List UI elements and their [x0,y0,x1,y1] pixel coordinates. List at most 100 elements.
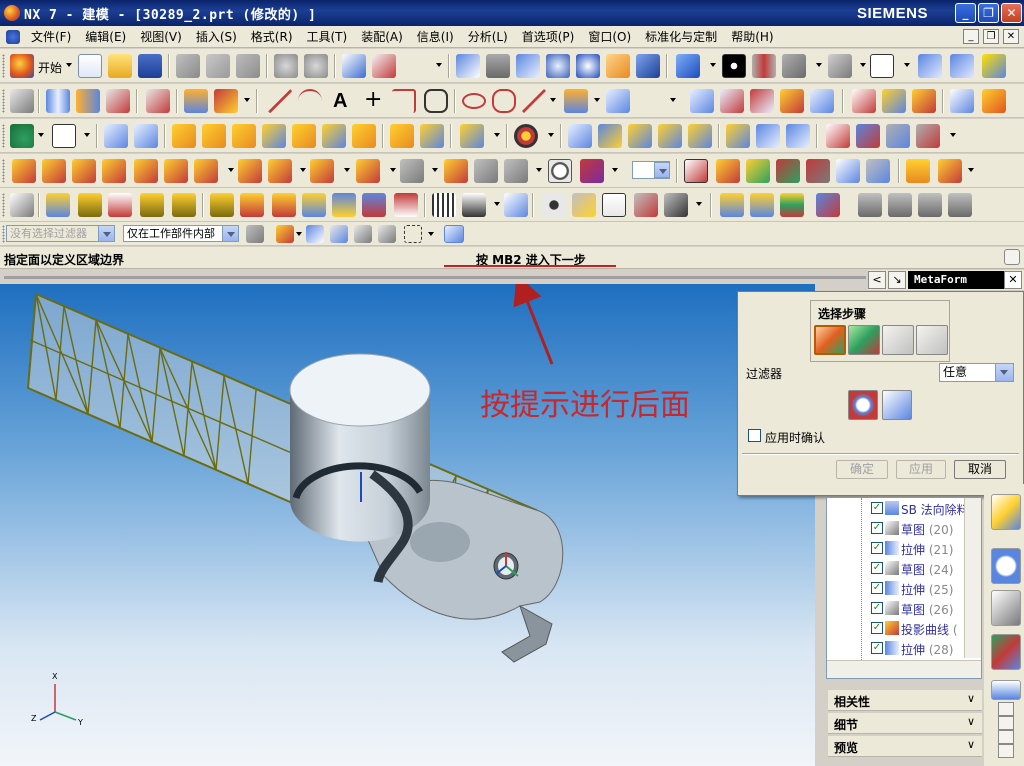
menu-assembly[interactable]: 装配(A) [354,28,410,45]
chamfer-icon[interactable] [202,124,226,148]
break-corner-icon[interactable] [948,193,972,217]
document-menu-icon[interactable] [6,29,20,44]
graphics-window[interactable]: X Z Y 按提示进行后面 [0,284,815,766]
taper-icon[interactable] [292,124,316,148]
show-all-icon[interactable] [982,54,1006,78]
extrude-icon[interactable] [46,89,70,113]
select-all-icon[interactable] [246,225,264,243]
sheet-metal-sm-icon[interactable] [602,193,626,217]
rectangle-select-icon[interactable] [404,225,422,243]
subtract-icon[interactable] [134,124,158,148]
scroll-down-icon[interactable] [998,744,1014,758]
menu-tools[interactable]: 工具(T) [300,28,355,45]
curve-dropdown-icon[interactable] [550,98,556,102]
feature-group-icon[interactable] [504,159,528,183]
point-icon[interactable]: + [364,88,382,112]
type-filter-dropdown[interactable] [98,225,115,242]
snap-point-icon[interactable] [276,225,294,243]
playback-dropdown-icon[interactable] [390,168,396,172]
select-icon[interactable] [836,159,860,183]
update-dropdown-icon[interactable] [344,168,350,172]
replace-face-icon[interactable] [658,124,682,148]
menu-help[interactable]: 帮助(H) [724,28,780,45]
step-2-icon[interactable] [848,325,880,355]
apply-button[interactable]: 应用 [896,460,946,479]
export-flat-icon[interactable] [504,193,528,217]
tree-node-extrude-21[interactable]: ✓ 拉伸 (21) [827,538,981,558]
point-set-icon[interactable] [214,89,238,113]
flange-icon[interactable] [78,193,102,217]
redo-icon[interactable] [304,54,328,78]
unite-icon[interactable] [104,124,128,148]
doc-close-button[interactable]: ✕ [1003,29,1019,44]
toolbar-options-icon[interactable] [436,63,442,67]
visibility-checkbox[interactable]: ✓ [871,562,883,574]
measure-distance-icon[interactable] [906,159,930,183]
dependencies-panel-header[interactable]: 相关性 ∨ [828,690,982,711]
bridge-surface-icon[interactable] [780,89,804,113]
save-icon[interactable] [138,54,162,78]
visibility-checkbox[interactable]: ✓ [871,642,883,654]
open-folder-icon[interactable] [108,54,132,78]
scroll-down-icon[interactable] [998,730,1014,744]
undo-icon[interactable] [274,54,298,78]
select-features-icon[interactable] [848,390,878,420]
wcs-origin-icon[interactable] [684,159,708,183]
flat-pattern-icon[interactable] [432,193,456,217]
scale-body-icon[interactable] [352,124,376,148]
display-color-icon[interactable] [870,54,894,78]
browse-feature-icon[interactable] [474,159,498,183]
corner-icon[interactable] [362,193,386,217]
new-component-icon[interactable] [10,124,34,148]
navigator-vertical-scrollbar[interactable] [964,498,981,658]
paste-face-icon[interactable] [786,124,810,148]
flat-solid-icon[interactable] [462,193,486,217]
zoom-window-icon[interactable] [486,54,510,78]
split-body-icon[interactable] [420,124,444,148]
roles-tab-icon[interactable] [991,494,1021,530]
visibility-checkbox[interactable]: ✓ [871,502,883,514]
trim-body-icon[interactable] [882,89,906,113]
group-face-icon[interactable] [886,124,910,148]
render-style-icon[interactable] [722,54,746,78]
fillet-curve-icon[interactable] [392,89,416,113]
chevron-down-icon[interactable]: ∨ [964,715,978,729]
sheet-metal-dropdown-icon[interactable] [696,202,702,206]
orientation-dropdown-icon[interactable] [710,63,716,67]
text-tool-icon[interactable]: A [333,90,347,112]
back-button[interactable]: < [868,271,886,289]
visibility-checkbox[interactable]: ✓ [871,622,883,634]
step-3-icon[interactable] [882,325,914,355]
pattern-face-icon[interactable] [916,124,940,148]
delete-dropdown-icon[interactable] [432,168,438,172]
rectangle-dropdown-icon[interactable] [428,232,434,236]
zoom-icon[interactable] [516,54,540,78]
draft-icon[interactable] [982,89,1006,113]
cut-icon[interactable] [176,54,200,78]
visibility-checkbox[interactable]: ✓ [871,602,883,614]
crease-icon[interactable] [918,193,942,217]
view-orientation-icon[interactable] [676,54,700,78]
hem-flange-icon[interactable] [332,193,356,217]
tree-node-extrude-25[interactable]: ✓ 拉伸 (25) [827,578,981,598]
instance-dropdown-icon[interactable] [494,133,500,137]
offset-curve-icon[interactable] [606,89,630,113]
block-dropdown-icon[interactable] [84,133,90,137]
tree-node-extrude-28[interactable]: ✓ 拉伸 (28) [827,638,981,658]
synchronous-dropdown-icon[interactable] [950,133,956,137]
thicken-icon[interactable] [912,89,936,113]
wcs-rotate-icon[interactable] [716,159,740,183]
paste-icon[interactable] [236,54,260,78]
replay-dropdown-icon[interactable] [300,168,306,172]
history-tab-icon[interactable] [991,548,1021,584]
cue-pin-icon[interactable] [1004,249,1020,265]
copy-face-icon[interactable] [756,124,780,148]
flat-dropdown-icon[interactable] [494,202,500,206]
block-icon[interactable] [52,124,76,148]
swept-icon[interactable] [106,89,130,113]
sew-icon[interactable] [852,89,876,113]
menu-information[interactable]: 信息(I) [410,28,461,45]
datum-dropdown-icon[interactable] [244,98,250,102]
ok-button[interactable]: 确定 [836,460,888,479]
suppress-feature-icon[interactable] [164,159,188,183]
